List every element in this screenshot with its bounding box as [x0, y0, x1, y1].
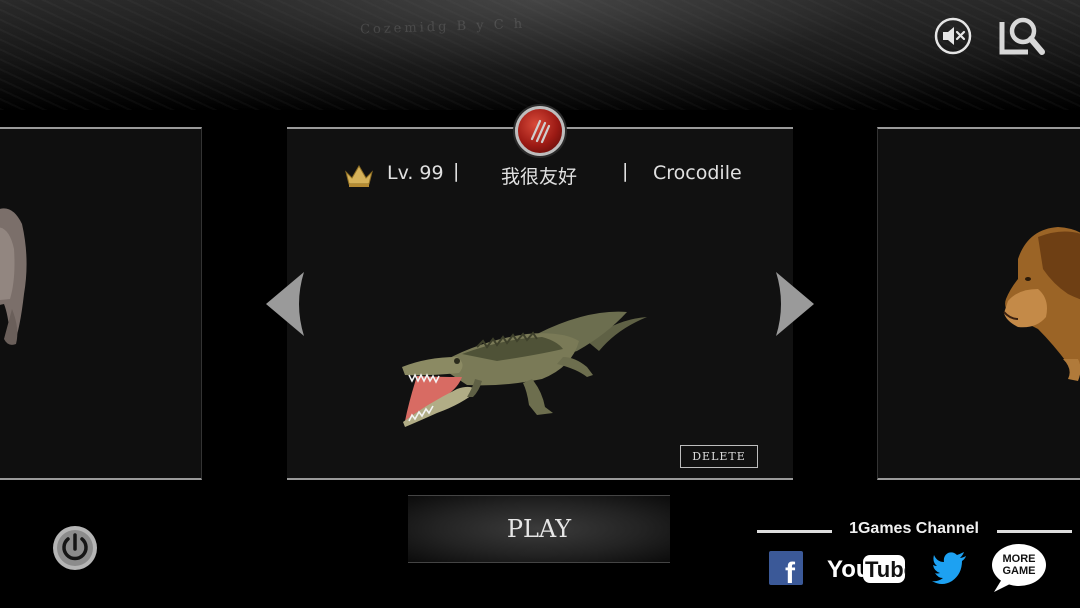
delete-button[interactable]: DELETE	[680, 445, 758, 468]
twitter-button[interactable]	[932, 550, 968, 584]
prev-character-button[interactable]	[266, 272, 306, 336]
player-name: 我很友好	[501, 166, 578, 188]
more-games-button[interactable]: MORE GAME	[990, 543, 1048, 593]
twitter-icon	[932, 552, 966, 584]
character-info-row: Lv. 99 | 我很友好 | Crocodile	[287, 160, 793, 190]
claw-badge-icon	[515, 106, 565, 156]
facebook-letter: f	[785, 557, 796, 585]
game-text: GAME	[1003, 565, 1036, 577]
chevron-right-icon	[776, 272, 814, 336]
youtube-icon: You Tube	[827, 555, 916, 583]
divider	[997, 530, 1072, 533]
speaker-mute-icon	[934, 17, 972, 55]
crown-icon	[345, 165, 373, 187]
separator: |	[622, 160, 629, 182]
map-texture-text: Cozemidg B y C h	[359, 16, 526, 38]
lion-image	[1003, 227, 1080, 381]
separator: |	[453, 160, 460, 182]
play-button[interactable]: PLAY	[408, 495, 670, 563]
more-text: MORE	[1003, 553, 1036, 565]
carousel-panel-left[interactable]	[0, 127, 202, 480]
facebook-button[interactable]: f	[769, 551, 803, 590]
exit-button[interactable]	[52, 525, 98, 571]
top-banner: Cozemidg B y C h	[0, 0, 1080, 110]
carousel-panel-right[interactable]	[877, 127, 1080, 480]
search-button[interactable]	[998, 14, 1046, 58]
chevron-left-icon	[266, 272, 304, 336]
speech-bubble-icon: MORE GAME	[992, 544, 1046, 592]
mute-button[interactable]	[933, 16, 973, 56]
youtube-tube-text: Tube	[865, 557, 906, 582]
channel-title: 1Games Channel	[757, 520, 1072, 542]
power-icon	[53, 526, 97, 570]
search-icon	[999, 17, 1045, 55]
species-name: Crocodile	[653, 162, 742, 184]
youtube-button[interactable]: You Tube	[826, 550, 916, 586]
divider	[757, 530, 832, 533]
hippo-image	[0, 208, 27, 345]
facebook-icon: f	[769, 551, 803, 590]
level-text: Lv. 99	[387, 162, 444, 184]
channel-title-text: 1Games Channel	[849, 520, 979, 537]
next-character-button[interactable]	[774, 272, 814, 336]
